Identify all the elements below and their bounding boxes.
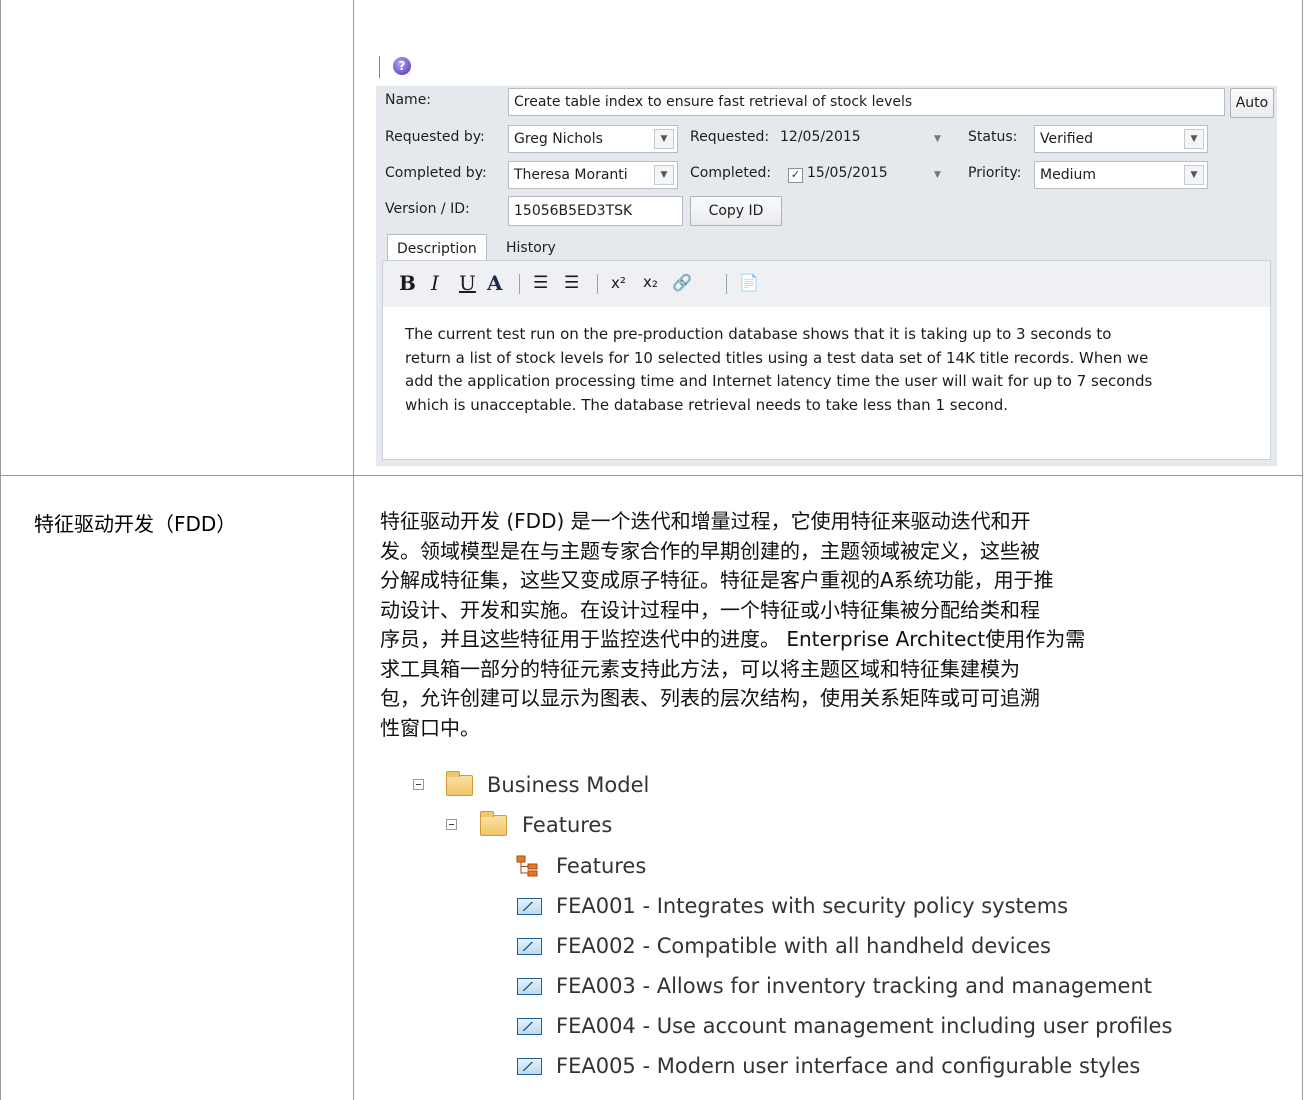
paragraph-line: 分解成特征集，这些又变成原子特征。特征是客户重视的A系统功能，用于推: [380, 568, 1054, 592]
fdd-term: 特征驱动开发（FDD）: [34, 512, 237, 536]
superscript-button[interactable]: x²: [611, 274, 626, 292]
tree-node-feature[interactable]: FEA001 - Integrates with security policy…: [556, 891, 1068, 921]
table-border-right: [1302, 0, 1303, 1100]
description-text[interactable]: The current test run on the pre-producti…: [397, 313, 1255, 453]
diagram-icon: [516, 855, 538, 877]
completed-date-value: 15/05/2015: [807, 165, 888, 181]
paragraph-line: 包，允许创建可以显示为图表、列表的层次结构，使用关系矩阵或可可追溯: [380, 686, 1040, 710]
requested-by-combo[interactable]: Greg Nichols ▼: [508, 125, 678, 153]
table-border-left: [0, 0, 1, 1100]
requested-by-label: Requested by:: [385, 129, 485, 145]
formatting-toolbar: B I U A ☰ ☰ x² x₂ 🔗 📄: [383, 261, 1270, 307]
paragraph-line: 动设计、开发和实施。在设计过程中，一个特征或小特征集被分配给类和程: [380, 597, 1040, 622]
tab-history[interactable]: History: [497, 234, 565, 262]
tree-node-feature[interactable]: FEA004 - Use account management includin…: [556, 1011, 1172, 1041]
requested-date[interactable]: 12/05/2015: [780, 129, 861, 145]
tree-node-feature[interactable]: FEA005 - Modern user interface and confi…: [556, 1051, 1140, 1081]
toolbar-separator: [519, 274, 520, 294]
table-row-divider: [0, 475, 1303, 476]
description-editor: B I U A ☰ ☰ x² x₂ 🔗 📄 The current test r…: [382, 260, 1271, 460]
document-icon[interactable]: 📄: [739, 273, 759, 292]
description-line: return a list of stock levels for 10 sel…: [405, 348, 1149, 367]
folder-icon: [480, 811, 507, 836]
bold-button[interactable]: B: [399, 271, 416, 295]
feature-icon: [517, 1058, 542, 1075]
copy-id-button[interactable]: Copy ID: [690, 196, 782, 226]
hyperlink-icon[interactable]: 🔗: [672, 273, 692, 292]
completed-checkbox[interactable]: ✓: [788, 168, 803, 183]
chevron-down-icon[interactable]: ▼: [1184, 165, 1204, 185]
completed-by-combo[interactable]: Theresa Moranti ▼: [508, 161, 678, 189]
name-field[interactable]: Create table index to ensure fast retrie…: [508, 88, 1225, 116]
fdd-paragraph: 特征驱动开发 (FDD) 是一个迭代和增量过程，它使用特征来驱动迭代和开 发。领…: [380, 507, 1285, 743]
paragraph-line: 性窗口中。: [380, 715, 480, 740]
toolbar-separator: [379, 56, 380, 78]
subscript-button[interactable]: x₂: [643, 273, 658, 291]
feature-icon: [517, 898, 542, 915]
priority-value: Medium: [1040, 167, 1096, 183]
tree-node-features-package[interactable]: Features: [522, 810, 612, 840]
completed-by-label: Completed by:: [385, 165, 487, 181]
collapse-icon[interactable]: [413, 779, 424, 790]
auto-button[interactable]: Auto: [1230, 88, 1274, 118]
name-label: Name:: [385, 92, 432, 108]
font-color-button[interactable]: A: [487, 271, 503, 295]
description-line: The current test run on the pre-producti…: [405, 325, 1112, 343]
chevron-down-icon[interactable]: ▼: [934, 134, 941, 144]
underline-button[interactable]: U: [459, 271, 476, 295]
italic-button[interactable]: I: [431, 271, 439, 295]
tree-node-business-model[interactable]: Business Model: [487, 770, 649, 800]
tree-node-feature[interactable]: FEA003 - Allows for inventory tracking a…: [556, 971, 1152, 1001]
feature-icon: [517, 978, 542, 995]
status-label: Status:: [968, 129, 1018, 145]
dialog-toolbar: ?: [376, 44, 1277, 86]
requested-by-value: Greg Nichols: [514, 131, 603, 147]
completed-by-value: Theresa Moranti: [514, 167, 628, 183]
numbered-list-icon[interactable]: ☰: [564, 273, 579, 293]
paragraph-line: 发。领域模型是在与主题专家合作的早期创建的，主题领域被定义，这些被: [380, 538, 1040, 563]
tree-node-feature[interactable]: FEA002 - Compatible with all handheld de…: [556, 931, 1051, 961]
feature-icon: [517, 1018, 542, 1035]
version-label: Version / ID:: [385, 201, 470, 217]
description-line: which is unacceptable. The database retr…: [405, 395, 1009, 414]
toolbar-separator: [726, 274, 727, 294]
version-field[interactable]: 15056B5ED3TSK: [508, 196, 683, 226]
tab-description[interactable]: Description: [387, 234, 487, 263]
feature-icon: [517, 938, 542, 955]
completed-date[interactable]: ✓ 15/05/2015: [788, 165, 888, 183]
bullet-list-icon[interactable]: ☰: [533, 273, 548, 293]
chevron-down-icon[interactable]: ▼: [934, 170, 941, 180]
paragraph-line: 特征驱动开发 (FDD) 是一个迭代和增量过程，它使用特征来驱动迭代和开: [380, 509, 1031, 533]
requested-label: Requested:: [690, 129, 770, 145]
folder-icon: [446, 771, 473, 796]
toolbar-separator: [597, 274, 598, 294]
paragraph-line: 序员，并且这些特征用于监控迭代中的进度。 Enterprise Architec…: [380, 627, 1086, 651]
priority-label: Priority:: [968, 165, 1022, 181]
status-value: Verified: [1040, 131, 1094, 147]
collapse-icon[interactable]: [446, 819, 457, 830]
document-page: ? Name: Create table index to ensure fas…: [0, 0, 1305, 1100]
chevron-down-icon[interactable]: ▼: [654, 129, 674, 149]
chevron-down-icon[interactable]: ▼: [654, 165, 674, 185]
status-combo[interactable]: Verified ▼: [1034, 125, 1208, 153]
completed-label: Completed:: [690, 165, 772, 181]
priority-combo[interactable]: Medium ▼: [1034, 161, 1208, 189]
help-icon[interactable]: ?: [393, 57, 411, 75]
tree-node-features-diagram[interactable]: Features: [556, 851, 646, 881]
chevron-down-icon[interactable]: ▼: [1184, 129, 1204, 149]
paragraph-line: 求工具箱一部分的特征元素支持此方法，可以将主题区域和特征集建模为: [380, 656, 1020, 681]
description-line: add the application processing time and …: [405, 372, 1153, 391]
task-properties-dialog: ? Name: Create table index to ensure fas…: [376, 44, 1277, 466]
table-border-middle: [353, 0, 354, 1100]
